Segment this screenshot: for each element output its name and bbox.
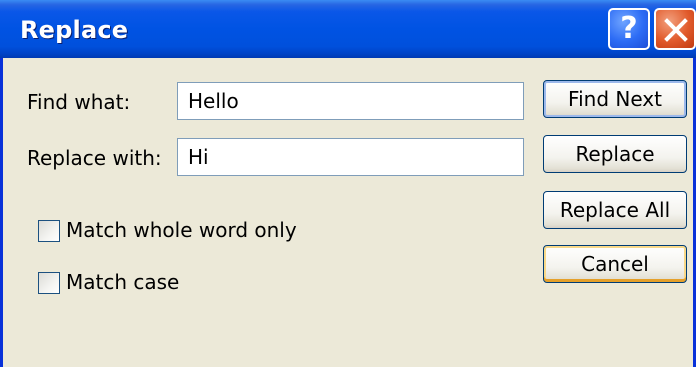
replace-button[interactable]: Replace bbox=[543, 135, 687, 173]
help-button[interactable]: ? bbox=[608, 8, 650, 50]
match-case-label[interactable]: Match case bbox=[66, 270, 179, 294]
close-icon bbox=[664, 18, 688, 42]
find-what-label: Find what: bbox=[27, 90, 131, 114]
find-what-input[interactable]: Hello bbox=[177, 82, 524, 120]
dialog-title: Replace bbox=[20, 16, 129, 44]
find-next-button[interactable]: Find Next bbox=[543, 80, 687, 118]
close-button[interactable] bbox=[654, 8, 696, 50]
match-whole-word-label[interactable]: Match whole word only bbox=[66, 218, 297, 242]
title-bar[interactable]: Replace ? bbox=[0, 0, 696, 58]
cancel-button[interactable]: Cancel bbox=[543, 245, 687, 283]
match-case-checkbox[interactable] bbox=[38, 272, 60, 294]
replace-dialog: Replace ? Find what: Hello Replace with:… bbox=[0, 0, 696, 367]
replace-with-input[interactable]: Hi bbox=[177, 138, 524, 176]
match-whole-word-checkbox[interactable] bbox=[38, 220, 60, 242]
replace-all-button[interactable]: Replace All bbox=[543, 191, 687, 229]
replace-with-label: Replace with: bbox=[27, 146, 162, 170]
